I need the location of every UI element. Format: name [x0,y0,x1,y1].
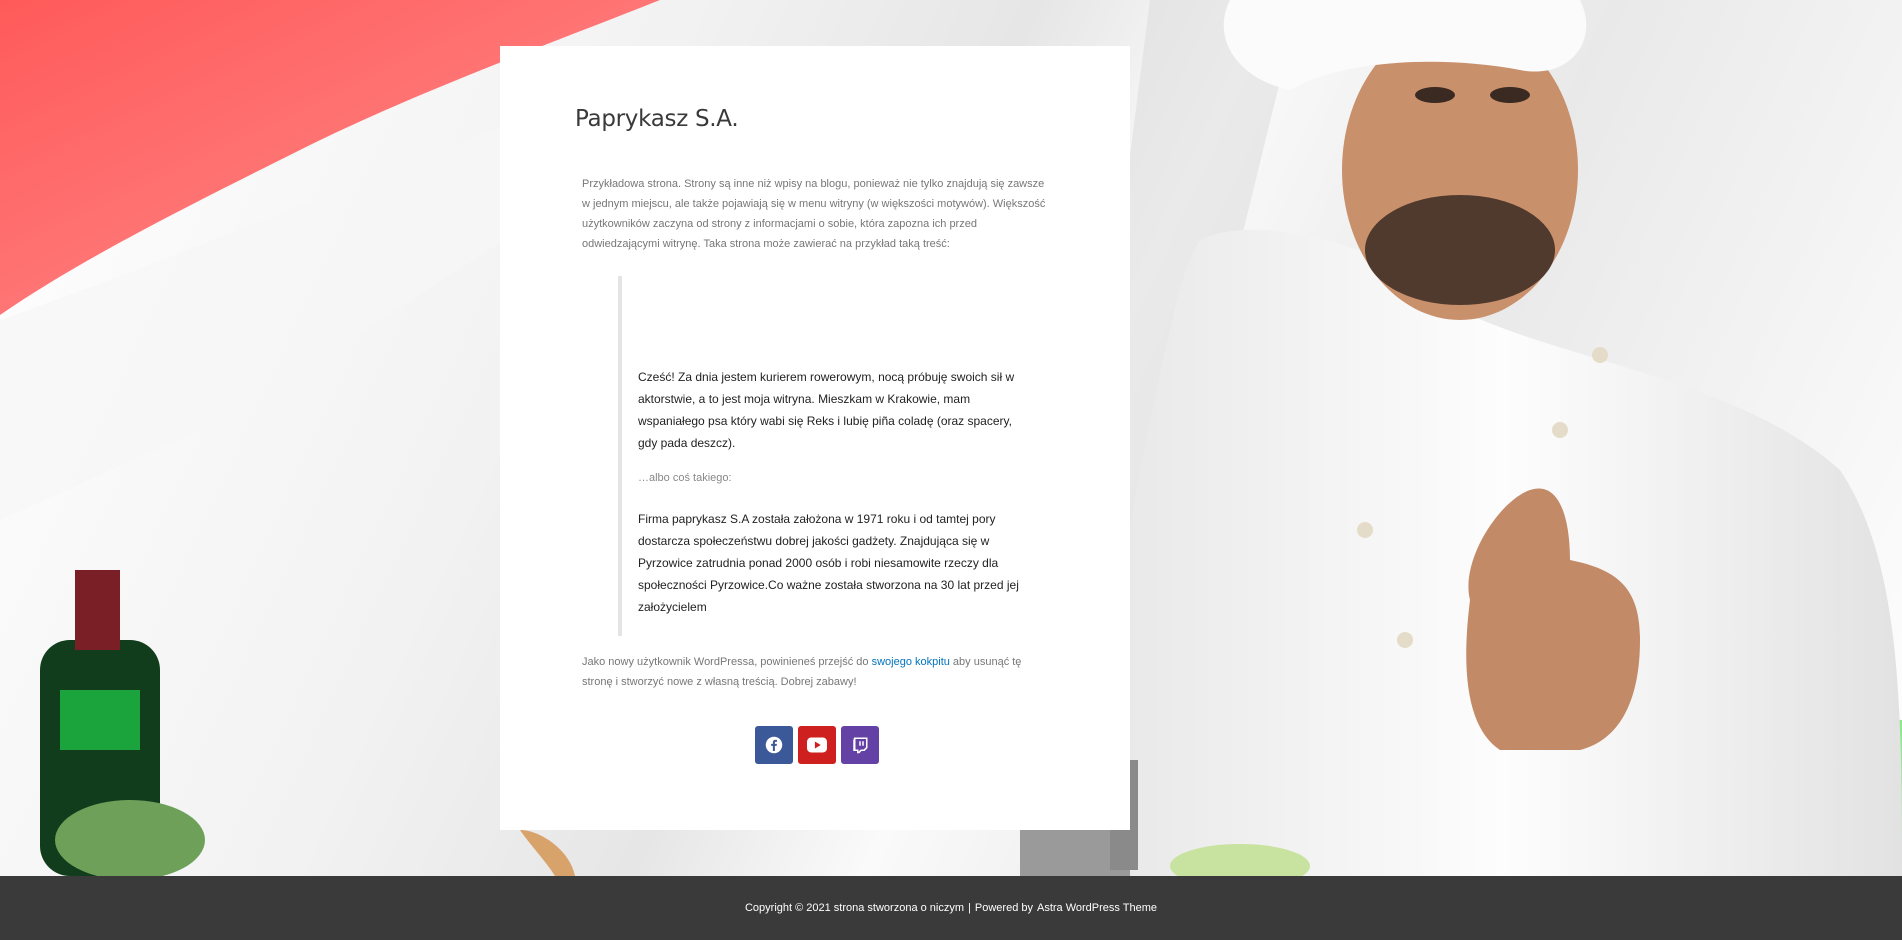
intro-paragraph: Przykładowa strona. Strony są inne niż w… [582,178,1046,250]
facebook-icon [765,736,783,754]
footer-theme-link[interactable]: Astra WordPress Theme [1037,902,1157,914]
outro-text-before: Jako nowy użytkownik WordPressa, powinie… [582,656,872,668]
blockquote: Cześć! Za dnia jestem kurierem rowerowym… [618,276,1028,636]
footer-copyright: Copyright © 2021 strona stworzona o nicz… [744,902,965,914]
youtube-icon [807,737,827,753]
quote-paragraph-1: Cześć! Za dnia jestem kurierem rowerowym… [638,370,1015,450]
quote-paragraph-2: …albo coś takiego: [638,472,732,484]
footer-powered-by: Powered by [974,902,1033,914]
content-card: Paprykasz S.A. Przykładowa strona. Stron… [500,46,1130,830]
facebook-button[interactable] [755,726,793,764]
footer-separator: | [968,902,971,914]
outro-paragraph: Jako nowy użytkownik WordPressa, powinie… [582,652,1052,692]
quote-paragraph-3: Firma paprykasz S.A została założona w 1… [638,512,1019,614]
site-footer: Copyright © 2021 strona stworzona o nicz… [0,876,1902,940]
youtube-button[interactable] [798,726,836,764]
site-title[interactable]: Paprykasz S.A. [575,106,739,132]
twitch-button[interactable] [841,726,879,764]
social-icons [755,726,879,764]
twitch-icon [853,737,868,754]
dashboard-link[interactable]: swojego kokpitu [872,656,950,668]
